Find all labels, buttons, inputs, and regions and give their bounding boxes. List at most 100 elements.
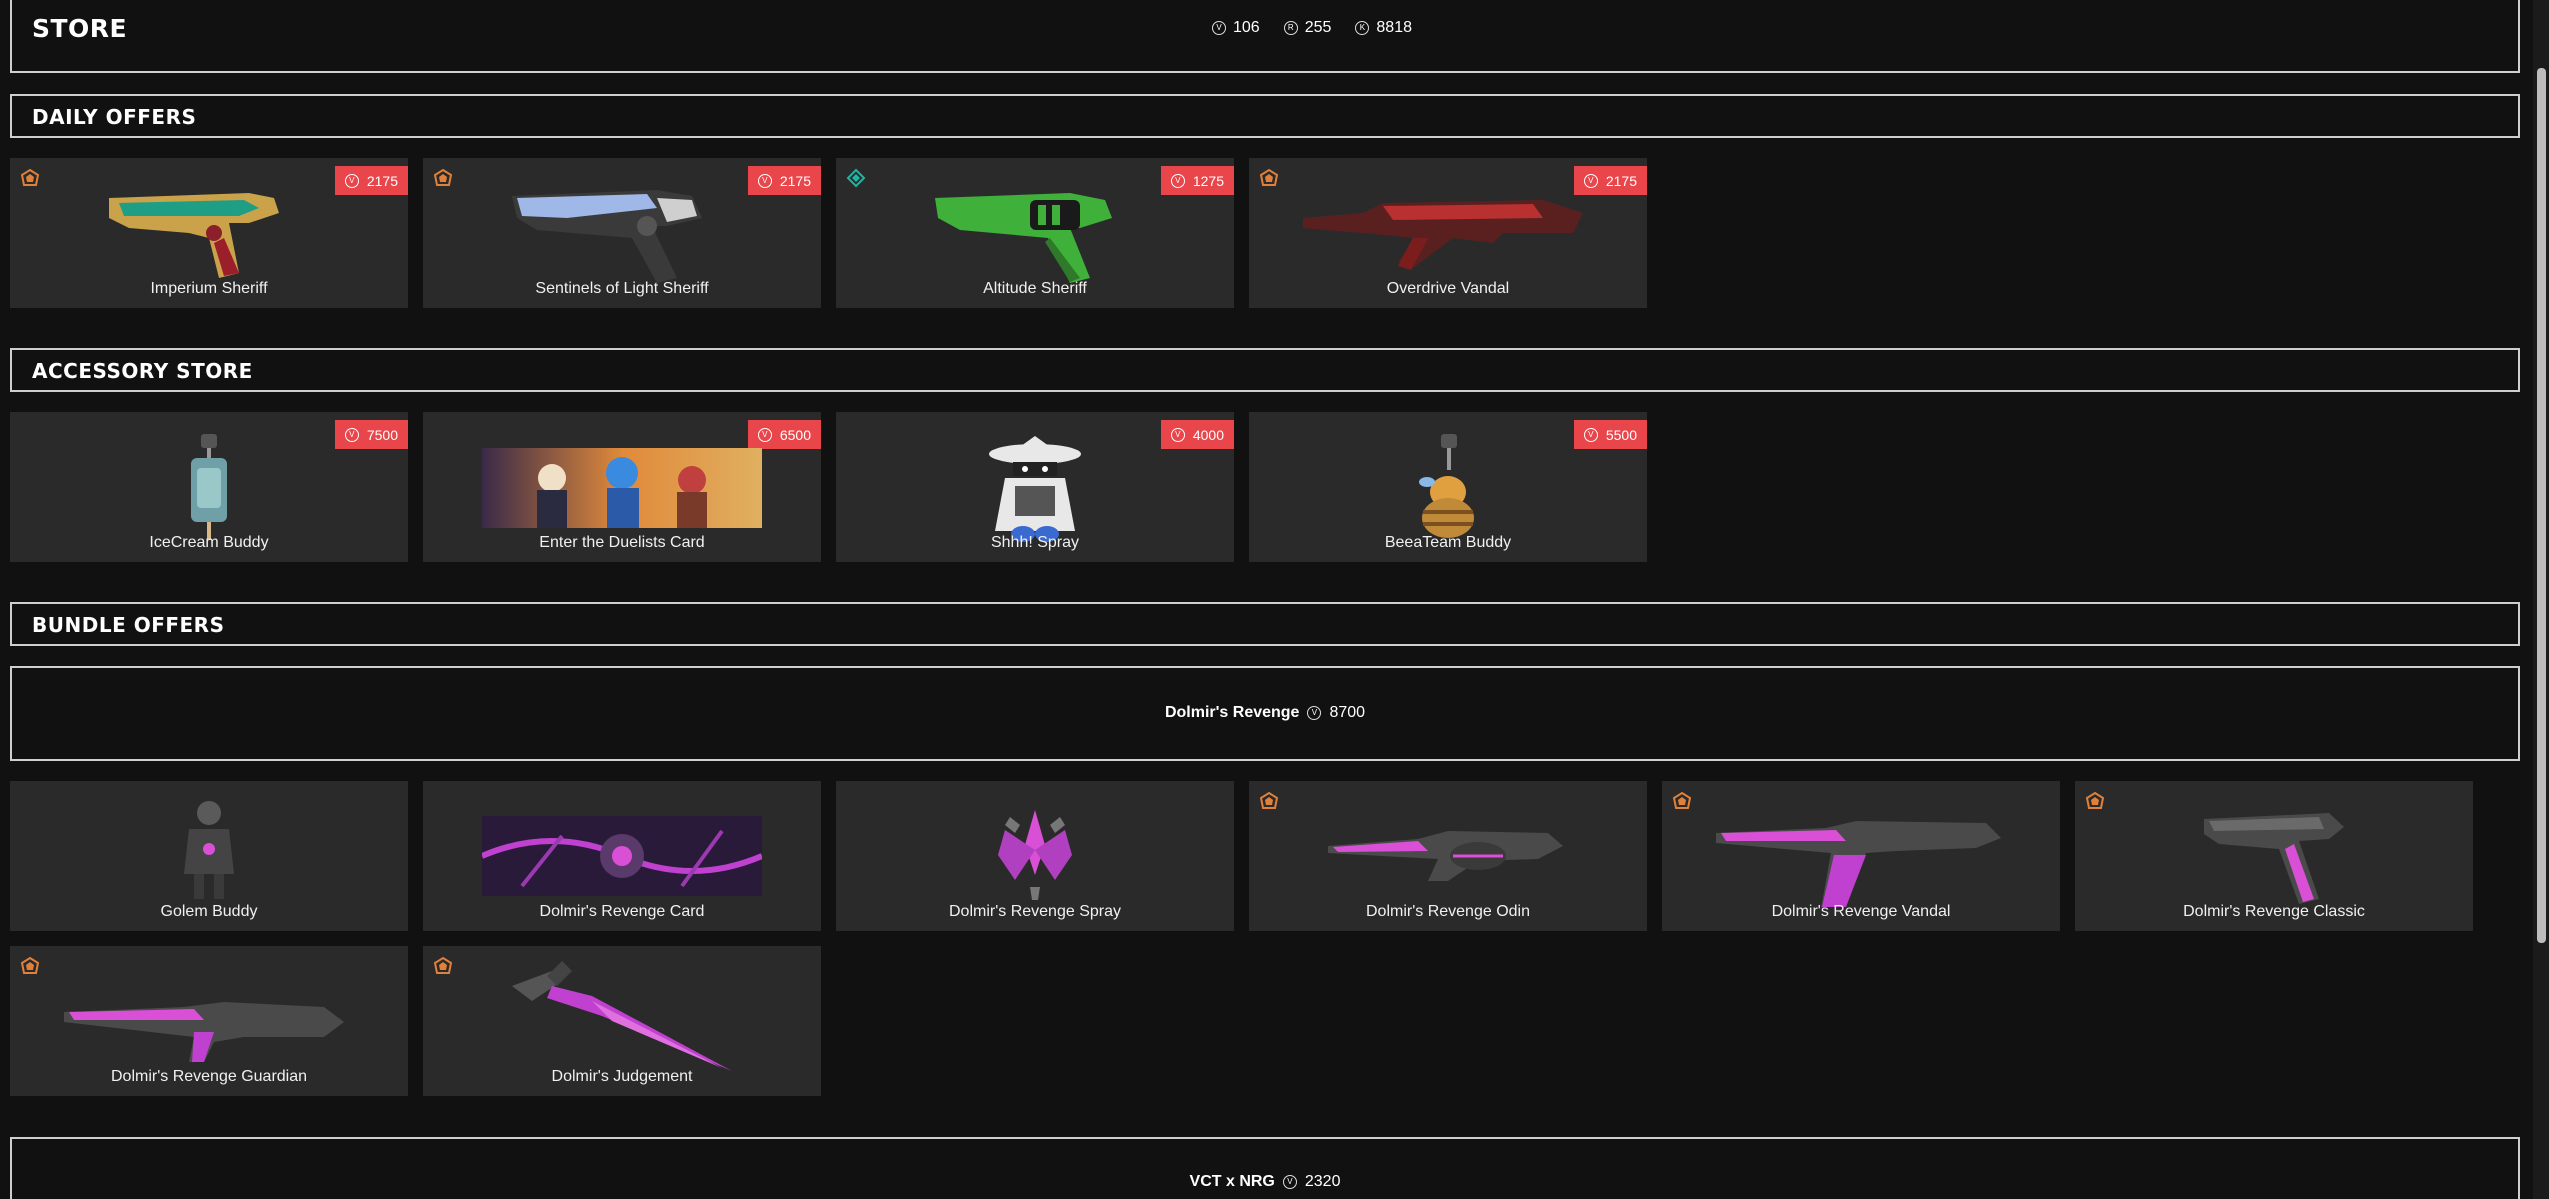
- item-name: Shhh! Spray: [990, 534, 1080, 551]
- valorant-points-icon: V: [1212, 21, 1226, 35]
- wallet-kingdom-credits: K 8818: [1355, 19, 1412, 37]
- price-badge: V 2175: [747, 166, 821, 195]
- bundle-price: 8700: [1329, 704, 1366, 721]
- wallet-amount: 255: [1304, 19, 1332, 36]
- bundle-item-dolmirs-revenge-card[interactable]: Dolmir's Revenge Card: [423, 781, 821, 931]
- offer-tile-duelists-card[interactable]: V 6500 Enter the Duelists Card: [423, 412, 821, 562]
- bundle-item-dolmirs-revenge-odin[interactable]: Dolmir's Revenge Odin: [1249, 781, 1647, 931]
- item-name: BeeaTeam Buddy: [1384, 534, 1512, 551]
- bundle-price: 2320: [1304, 1173, 1341, 1190]
- valorant-points-icon: V: [1583, 427, 1598, 442]
- page-title: STORE: [32, 14, 128, 43]
- weapon-art: [1303, 200, 1583, 270]
- premium-tier-icon: [433, 168, 453, 186]
- valorant-points-icon: V: [1282, 1175, 1297, 1189]
- radianite-icon: R: [1283, 21, 1298, 35]
- offer-tile-imperium-sheriff[interactable]: V 2175 Imperium Sheriff: [10, 158, 408, 308]
- wallet-radianite: R 255: [1283, 19, 1332, 37]
- buddy-art: [184, 801, 234, 899]
- premium-tier-icon: [1259, 168, 1279, 186]
- item-name: IceCream Buddy: [149, 534, 269, 551]
- offer-tile-overdrive-vandal[interactable]: V 2175 Overdrive Vandal: [1249, 158, 1647, 308]
- item-name: Dolmir's Revenge Classic: [2183, 903, 2365, 920]
- premium-tier-icon: [2085, 791, 2105, 809]
- wallet-amount: 106: [1233, 19, 1260, 36]
- select-tier-icon: [846, 168, 866, 188]
- bundle-item-dolmirs-revenge-vandal[interactable]: Dolmir's Revenge Vandal: [1662, 781, 2060, 931]
- premium-tier-icon: [1259, 791, 1279, 809]
- price-badge: V 4000: [1160, 420, 1234, 449]
- bundle-label: VCT x NRG V 2320: [12, 1173, 2518, 1191]
- bundle-label: Dolmir's Revenge V 8700: [12, 704, 2518, 722]
- wallet-valorant-points: V 106: [1212, 19, 1260, 37]
- weapon-art: [2204, 813, 2344, 904]
- valorant-points-icon: V: [1170, 173, 1185, 188]
- offer-tile-sentinels-sheriff[interactable]: V 2175 Sentinels of Light Sheriff: [423, 158, 821, 308]
- valorant-points-icon: V: [757, 427, 772, 442]
- item-name: Dolmir's Revenge Spray: [948, 903, 1121, 920]
- offer-tile-shhh-spray[interactable]: V 4000 Shhh! Spray: [836, 412, 1234, 562]
- premium-tier-icon: [20, 168, 40, 186]
- section-title: DAILY OFFERS: [32, 105, 197, 129]
- price-badge: V 6500: [747, 420, 821, 449]
- bundle-banner-vct-x-nrg[interactable]: VCT x NRG V 2320: [10, 1137, 2520, 1199]
- card-art: [482, 448, 762, 528]
- bundle-item-dolmirs-judgement[interactable]: Dolmir's Judgement: [423, 946, 821, 1096]
- item-name: Dolmir's Revenge Odin: [1365, 903, 1530, 920]
- weapon-art: [1716, 821, 2001, 908]
- weapon-art: [512, 961, 732, 1071]
- item-name: Golem Buddy: [160, 903, 258, 920]
- valorant-points-icon: V: [1170, 427, 1185, 442]
- offer-tile-beeateam-buddy[interactable]: V 5500 BeeaTeam Buddy: [1249, 412, 1647, 562]
- bundle-item-dolmirs-revenge-guardian[interactable]: Dolmir's Revenge Guardian: [10, 946, 408, 1096]
- item-name: Sentinels of Light Sheriff: [535, 280, 709, 297]
- offer-tile-icecream-buddy[interactable]: V 7500 IceCream Buddy: [10, 412, 408, 562]
- accessory-store-header: ACCESSORY STORE: [10, 348, 2520, 392]
- valorant-points-icon: V: [344, 173, 359, 188]
- wallet-amount: 8818: [1376, 19, 1412, 36]
- item-name: Dolmir's Judgement: [551, 1068, 693, 1085]
- item-name: Altitude Sheriff: [983, 280, 1087, 297]
- weapon-art: [109, 193, 279, 278]
- bundle-banner-dolmirs-revenge[interactable]: Dolmir's Revenge V 8700: [10, 666, 2520, 761]
- premium-tier-icon: [433, 956, 453, 974]
- item-name: Enter the Duelists Card: [539, 534, 705, 551]
- bundle-offers-header: BUNDLE OFFERS: [10, 602, 2520, 646]
- offer-tile-altitude-sheriff[interactable]: V 1275 Altitude Sheriff: [836, 158, 1234, 308]
- bundle-item-golem-buddy[interactable]: Golem Buddy: [10, 781, 408, 931]
- premium-tier-icon: [20, 956, 40, 974]
- valorant-points-icon: V: [344, 427, 359, 442]
- scrollbar-thumb[interactable]: [2537, 68, 2546, 943]
- price-badge: V 7500: [334, 420, 408, 449]
- section-title: BUNDLE OFFERS: [32, 613, 225, 637]
- valorant-points-icon: V: [757, 173, 772, 188]
- weapon-art: [935, 193, 1112, 283]
- bundle-item-dolmirs-revenge-classic[interactable]: Dolmir's Revenge Classic: [2075, 781, 2473, 931]
- valorant-points-icon: V: [1307, 706, 1322, 720]
- item-name: Dolmir's Revenge Vandal: [1771, 903, 1951, 920]
- item-name: Imperium Sheriff: [150, 280, 268, 297]
- weapon-art: [1328, 831, 1563, 881]
- weapon-art: [512, 190, 702, 283]
- store-header: STORE V 106 R 255 K 8818: [10, 0, 2520, 73]
- item-name: Overdrive Vandal: [1386, 280, 1510, 297]
- buddy-art: [191, 434, 227, 540]
- weapon-art: [64, 1002, 344, 1062]
- premium-tier-icon: [1672, 791, 1692, 809]
- price-badge: V 5500: [1573, 420, 1647, 449]
- bundle-item-dolmirs-revenge-spray[interactable]: Dolmir's Revenge Spray: [836, 781, 1234, 931]
- bundle-name: Dolmir's Revenge: [1164, 704, 1300, 721]
- wallet-balances: V 106 R 255 K 8818: [1212, 19, 1412, 37]
- page-scrollbar[interactable]: [2533, 0, 2549, 1199]
- price-badge: V 1275: [1160, 166, 1234, 195]
- kingdom-credits-icon: K: [1355, 21, 1370, 35]
- buddy-art: [1419, 434, 1474, 538]
- spray-art: [989, 436, 1081, 542]
- price-badge: V 2175: [334, 166, 408, 195]
- bundle-name: VCT x NRG: [1189, 1173, 1275, 1190]
- card-art: [482, 816, 762, 896]
- section-title: ACCESSORY STORE: [32, 359, 253, 383]
- daily-offers-header: DAILY OFFERS: [10, 94, 2520, 138]
- item-name: Dolmir's Revenge Guardian: [110, 1068, 308, 1085]
- spray-art: [998, 810, 1072, 900]
